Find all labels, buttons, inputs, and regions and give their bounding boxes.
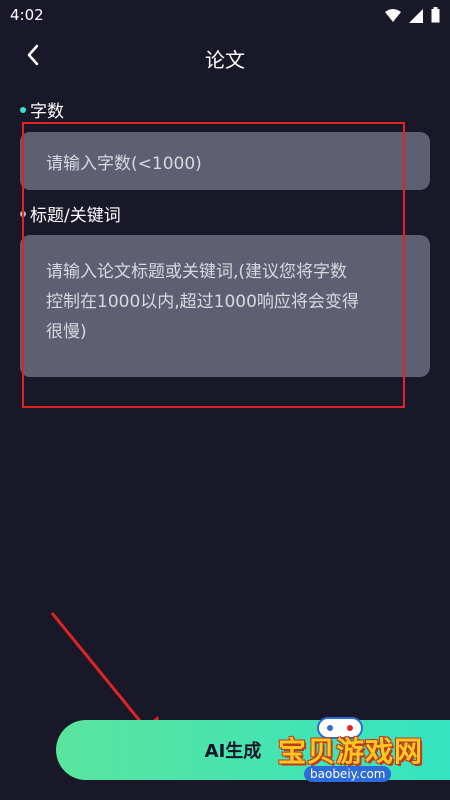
- watermark-logo: 宝贝游戏网 baobeiy.com: [268, 712, 448, 792]
- annotation-arrow-icon: [50, 612, 166, 753]
- watermark-brand: 宝贝游戏网: [278, 735, 424, 768]
- watermark-url: baobeiy.com: [304, 766, 392, 782]
- ai-generate-label: AI生成: [204, 741, 262, 762]
